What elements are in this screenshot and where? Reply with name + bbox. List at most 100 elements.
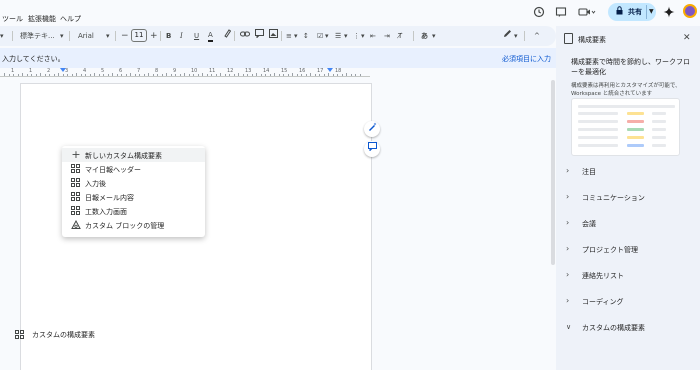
menu-item-block[interactable]: 日報メール内容 xyxy=(62,190,205,204)
highlight-icon[interactable] xyxy=(223,29,232,43)
menu-item-label: 工数入力画面 xyxy=(85,208,127,216)
section-label: コーディング xyxy=(582,298,624,306)
ruler-tick xyxy=(265,74,266,76)
ruler-tick xyxy=(179,74,181,76)
ruler: 1 1 2 3 4 5 6 7 8 9 10 11 12 13 14 15 16 17 18 xyxy=(0,68,556,78)
increase-indent-icon[interactable]: ⇥ xyxy=(384,29,390,43)
add-comment-icon[interactable] xyxy=(364,141,380,157)
section-meetings[interactable]: › 会議 xyxy=(556,216,700,230)
ruler-tick xyxy=(8,74,10,76)
comment-icon[interactable] xyxy=(555,6,567,18)
ruler-number: 3 xyxy=(65,68,69,74)
meet-icon[interactable] xyxy=(578,6,596,18)
ruler-number: 10 xyxy=(191,68,198,74)
plus-icon: + xyxy=(71,148,81,161)
ruler-tick xyxy=(224,74,226,76)
ruler-tick xyxy=(53,74,55,76)
menu-help[interactable]: ヘルプ xyxy=(60,14,81,24)
custom-block-item[interactable]: カスタムの構成要素 xyxy=(12,327,140,341)
right-indent-marker[interactable] xyxy=(327,68,333,72)
ruler-tick xyxy=(175,74,176,76)
section-featured[interactable]: › 注目 xyxy=(556,164,700,178)
building-block-icon xyxy=(71,178,81,188)
link-icon[interactable] xyxy=(240,29,250,43)
increase-font-size-icon[interactable]: + xyxy=(150,29,158,43)
input-tools-icon[interactable]: あ xyxy=(421,29,428,43)
ruler-tick xyxy=(13,74,14,76)
avatar[interactable] xyxy=(683,4,697,18)
collapse-menus-icon[interactable]: ^ xyxy=(534,29,540,43)
underline-icon[interactable]: U xyxy=(194,29,199,43)
ruler-tick xyxy=(49,74,50,76)
ruler-tick xyxy=(161,74,163,76)
section-label: カスタムの構成要素 xyxy=(582,324,645,332)
checklist-icon[interactable]: ☑ xyxy=(317,29,323,43)
font-select[interactable]: Arial xyxy=(78,29,94,43)
menu-item-label: 日報メール内容 xyxy=(85,194,134,202)
editing-mode-icon[interactable] xyxy=(503,29,512,43)
section-communication[interactable]: › コミュニケーション xyxy=(556,190,700,204)
numbered-list-icon[interactable]: ⋮ xyxy=(353,29,360,43)
menu-item-label: マイ日報ヘッダー xyxy=(85,166,141,174)
menu-item-new-custom-block[interactable]: + 新しいカスタム構成要素 xyxy=(62,148,205,162)
ruler-number: 9 xyxy=(173,68,177,74)
line-spacing-icon[interactable]: ↕ xyxy=(303,29,309,43)
ruler-tick xyxy=(355,74,356,76)
ruler-number: 5 xyxy=(101,68,105,74)
ai-write-icon[interactable] xyxy=(364,121,380,137)
share-button[interactable]: 共有 ▼ xyxy=(608,3,656,21)
ruler-tick xyxy=(85,74,86,76)
font-size-input[interactable]: 11 xyxy=(131,29,147,42)
ruler-tick xyxy=(107,74,109,76)
fill-required-fields-link[interactable]: 必須項目に入力 xyxy=(502,54,551,64)
bold-icon[interactable]: B xyxy=(166,29,171,43)
ruler-tick xyxy=(58,73,59,76)
menu-item-manage-blocks[interactable]: カスタム ブロックの管理 xyxy=(62,218,205,232)
menu-item-block[interactable]: マイ日報ヘッダー xyxy=(62,162,205,176)
section-coding[interactable]: › コーディング xyxy=(556,294,700,308)
ruler-number: 17 xyxy=(317,68,324,74)
ruler-tick xyxy=(323,74,325,76)
chevron-down-icon[interactable]: ▾ xyxy=(0,29,4,43)
decrease-font-size-icon[interactable]: − xyxy=(121,29,129,43)
ruler-tick xyxy=(247,74,248,76)
ruler-number: 6 xyxy=(119,68,123,74)
building-blocks-panel: 構成要素 ✕ 構成要素で時間を節約し、ワークフローを最適化 構成要素は再利用とカ… xyxy=(556,26,700,370)
scrollbar[interactable] xyxy=(551,80,555,265)
ruler-tick xyxy=(94,73,95,76)
style-select[interactable]: 標準テキ... xyxy=(20,29,55,43)
chevron-right-icon: › xyxy=(566,296,570,305)
align-icon[interactable]: ≡ xyxy=(286,29,292,43)
ruler-tick xyxy=(62,74,64,76)
ruler-number: 14 xyxy=(263,68,270,74)
chevron-down-icon: ▾ xyxy=(432,32,436,40)
insert-image-icon[interactable] xyxy=(269,29,278,43)
ruler-tick xyxy=(125,74,127,76)
menu-item-block[interactable]: 入力後 xyxy=(62,176,205,190)
clear-formatting-icon[interactable]: T̸ xyxy=(398,29,402,43)
chevron-down-icon: ▾ xyxy=(514,32,518,40)
gemini-icon[interactable] xyxy=(663,6,675,18)
chevron-down-icon: ▾ xyxy=(361,32,365,40)
italic-icon[interactable]: I xyxy=(180,29,183,43)
section-custom-blocks[interactable]: ∨ カスタムの構成要素 xyxy=(556,320,700,334)
menu-extensions[interactable]: 拡張機能 xyxy=(28,14,56,24)
section-project-management[interactable]: › プロジェクト管理 xyxy=(556,242,700,256)
bulleted-list-icon[interactable]: ☰ xyxy=(335,29,341,43)
menu-item-block[interactable]: 工数入力画面 xyxy=(62,204,205,218)
section-contact-list[interactable]: › 連絡先リスト xyxy=(556,268,700,282)
text-color-icon[interactable]: A xyxy=(208,29,213,42)
insert-comment-icon[interactable] xyxy=(255,29,264,43)
decrease-indent-icon[interactable]: ⇤ xyxy=(370,29,376,43)
menu-tools[interactable]: ツール xyxy=(2,14,23,24)
building-block-icon xyxy=(71,206,81,216)
ruler-tick xyxy=(112,73,113,76)
ruler-tick xyxy=(134,74,136,76)
menu-item-label: 新しいカスタム構成要素 xyxy=(85,152,162,160)
close-icon[interactable]: ✕ xyxy=(683,33,691,43)
history-icon[interactable] xyxy=(533,6,545,18)
share-dropdown-icon[interactable]: ▼ xyxy=(649,8,654,15)
ruler-tick xyxy=(4,73,5,76)
chevron-right-icon: › xyxy=(566,166,570,175)
ruler-tick xyxy=(211,74,212,76)
